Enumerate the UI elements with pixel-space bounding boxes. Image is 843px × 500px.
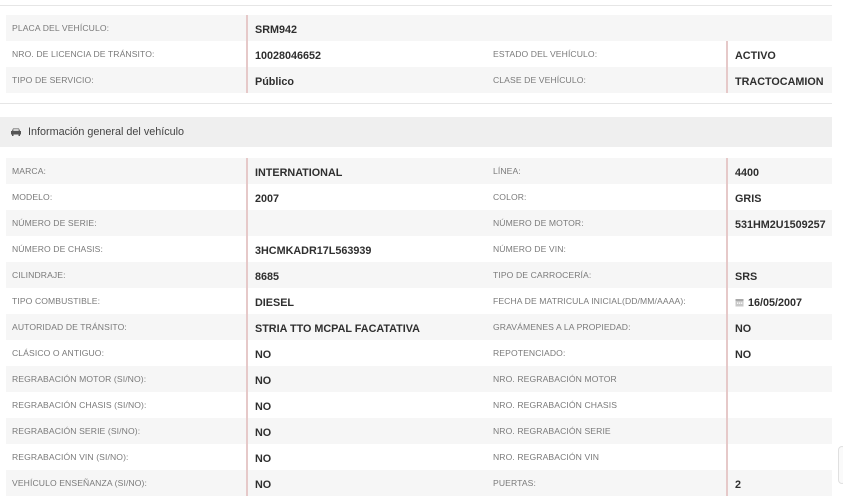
field-label: VEHÍCULO ENSEÑANZA (SI/NO): [12, 478, 147, 488]
field-label: GRAVÁMENES A LA PROPIEDAD: [493, 322, 631, 332]
field-label: CILINDRAJE: [12, 270, 66, 280]
table-row: MODELO: 2007 COLOR: GRIS [6, 184, 832, 210]
field-value [726, 418, 832, 444]
table-row: TIPO DE SERVICIO: Público CLASE DE VEHÍC… [6, 67, 832, 93]
field-label: NRO. REGRABACIÓN VIN [493, 452, 600, 462]
field-value: DIESEL [246, 288, 486, 314]
field-value [246, 210, 486, 236]
field-label: TIPO DE SERVICIO: [12, 75, 94, 85]
field-value [726, 392, 832, 418]
field-value [726, 366, 832, 392]
table-row: NÚMERO DE CHASIS: 3HCMKADR17L563939 NÚME… [6, 236, 832, 262]
field-value: TRACTOCAMION [726, 67, 832, 93]
field-label: ESTADO DEL VEHÍCULO: [493, 49, 598, 59]
section-header: Información general del vehículo [0, 117, 832, 147]
table-row: NÚMERO DE SERIE: NÚMERO DE MOTOR: 531HM2… [6, 210, 832, 236]
table-row: AUTORIDAD DE TRÁNSITO: STRIA TTO MCPAL F… [6, 314, 832, 340]
scroll-handle[interactable] [838, 446, 843, 484]
field-value: 2 [726, 470, 832, 496]
field-value: SRM942 [246, 15, 486, 41]
field-label: REGRABACIÓN VIN (SI/NO): [12, 452, 129, 462]
field-value [726, 236, 832, 262]
field-value: NO [726, 340, 832, 366]
table-row: REGRABACIÓN SERIE (SI/NO): NO NRO. REGRA… [6, 418, 832, 444]
field-label: NRO. DE LICENCIA DE TRÁNSITO: [12, 49, 155, 59]
field-value: 8685 [246, 262, 486, 288]
section-divider [0, 103, 832, 104]
field-label: NRO. REGRABACIÓN CHASIS [493, 400, 618, 410]
table-row: PLACA DEL VEHÍCULO: SRM942 [6, 15, 832, 41]
section-title: Información general del vehículo [28, 126, 185, 138]
table-row: REGRABACIÓN CHASIS (SI/NO): NO NRO. REGR… [6, 392, 832, 418]
field-label: NRO. REGRABACIÓN SERIE [493, 426, 611, 436]
field-label: AUTORIDAD DE TRÁNSITO: [12, 322, 127, 332]
field-label: NÚMERO DE VIN: [493, 244, 567, 254]
table-row: REGRABACIÓN MOTOR (SI/NO): NO NRO. REGRA… [6, 366, 832, 392]
table-row: NRO. DE LICENCIA DE TRÁNSITO: 1002804665… [6, 41, 832, 67]
field-value: NO [246, 444, 486, 470]
field-value: 16/05/2007 [726, 288, 832, 314]
field-label: NÚMERO DE SERIE: [12, 218, 97, 228]
field-value: NO [726, 314, 832, 340]
field-label: TIPO DE CARROCERÍA: [493, 270, 592, 280]
field-value: NO [246, 366, 486, 392]
table-row: CILINDRAJE: 8685 TIPO DE CARROCERÍA: SRS [6, 262, 832, 288]
field-value: INTERNATIONAL [246, 158, 486, 184]
field-label: REGRABACIÓN CHASIS (SI/NO): [12, 400, 147, 410]
field-value: NO [246, 470, 486, 496]
field-label: REGRABACIÓN SERIE (SI/NO): [12, 426, 141, 436]
general-info-table: MARCA: INTERNATIONAL LÍNEA: 4400 MODELO:… [6, 158, 832, 496]
field-label: NÚMERO DE MOTOR: [493, 218, 584, 228]
field-label: FECHA DE MATRICULA INICIAL(DD/MM/AAAA): [493, 296, 686, 306]
field-value: NO [246, 418, 486, 444]
field-label: TIPO COMBUSTIBLE: [12, 296, 101, 306]
table-row: VEHÍCULO ENSEÑANZA (SI/NO): NO PUERTAS: … [6, 470, 832, 496]
field-label: NÚMERO DE CHASIS: [12, 244, 103, 254]
field-label: REPOTENCIADO: [493, 348, 566, 358]
field-label: CLASE DE VEHÍCULO: [493, 75, 587, 85]
field-value: ACTIVO [726, 41, 832, 67]
field-value: STRIA TTO MCPAL FACATATIVA [246, 314, 486, 340]
field-label: MARCA: [12, 166, 47, 176]
field-label: CLÁSICO O ANTIGUO: [12, 348, 105, 358]
field-value: 4400 [726, 158, 832, 184]
field-label: MODELO: [12, 192, 53, 202]
top-divider [0, 5, 832, 6]
field-label: LÍNEA: [493, 166, 521, 176]
field-label: COLOR: [493, 192, 527, 202]
field-value: 10028046652 [246, 41, 486, 67]
registration-date: 16/05/2007 [748, 296, 803, 309]
table-row: CLÁSICO O ANTIGUO: NO REPOTENCIADO: NO [6, 340, 832, 366]
field-value: Público [246, 67, 486, 93]
table-row: TIPO COMBUSTIBLE: DIESEL FECHA DE MATRIC… [6, 288, 832, 314]
field-label: PLACA DEL VEHÍCULO: [12, 23, 110, 33]
field-value: 531HM2U1509257 [726, 210, 832, 236]
field-value: NO [246, 340, 486, 366]
calendar-icon [735, 298, 744, 307]
registration-table: PLACA DEL VEHÍCULO: SRM942 NRO. DE LICEN… [6, 15, 832, 93]
field-value: GRIS [726, 184, 832, 210]
car-icon [10, 127, 22, 137]
field-label: NRO. REGRABACIÓN MOTOR [493, 374, 617, 384]
table-row: MARCA: INTERNATIONAL LÍNEA: 4400 [6, 158, 832, 184]
field-value: 3HCMKADR17L563939 [246, 236, 486, 262]
field-label: REGRABACIÓN MOTOR (SI/NO): [12, 374, 147, 384]
field-label: PUERTAS: [493, 478, 536, 488]
table-row: REGRABACIÓN VIN (SI/NO): NO NRO. REGRABA… [6, 444, 832, 470]
field-value: 2007 [246, 184, 486, 210]
field-value: NO [246, 392, 486, 418]
field-value [726, 444, 832, 470]
field-value: SRS [726, 262, 832, 288]
